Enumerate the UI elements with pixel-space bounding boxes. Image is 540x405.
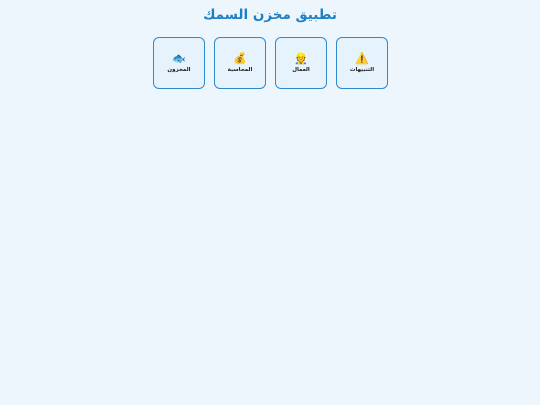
tile-accounting[interactable]: 💰 المحاسبة [214,37,266,89]
tile-workers[interactable]: 👷 العمال [275,37,327,89]
tile-inventory-label: المخزون [167,67,191,73]
tile-alerts[interactable]: ⚠️ التنبيهات [336,37,388,89]
app-title: تطبيق مخزن السمك [203,7,337,23]
fish-icon: 🐟 [172,52,186,65]
tile-alerts-label: التنبيهات [349,67,375,73]
warning-icon: ⚠️ [355,52,369,65]
tile-inventory[interactable]: 🐟 المخزون [153,37,205,89]
app-screen: تطبيق مخزن السمك ⚠️ التنبيهات 👷 العمال 💰… [0,0,540,405]
tile-workers-label: العمال [292,67,310,73]
main-menu-tiles: ⚠️ التنبيهات 👷 العمال 💰 المحاسبة 🐟 المخز… [153,37,388,89]
tile-accounting-label: المحاسبة [227,67,253,73]
money-bag-icon: 💰 [233,52,247,65]
construction-worker-icon: 👷 [294,52,308,65]
